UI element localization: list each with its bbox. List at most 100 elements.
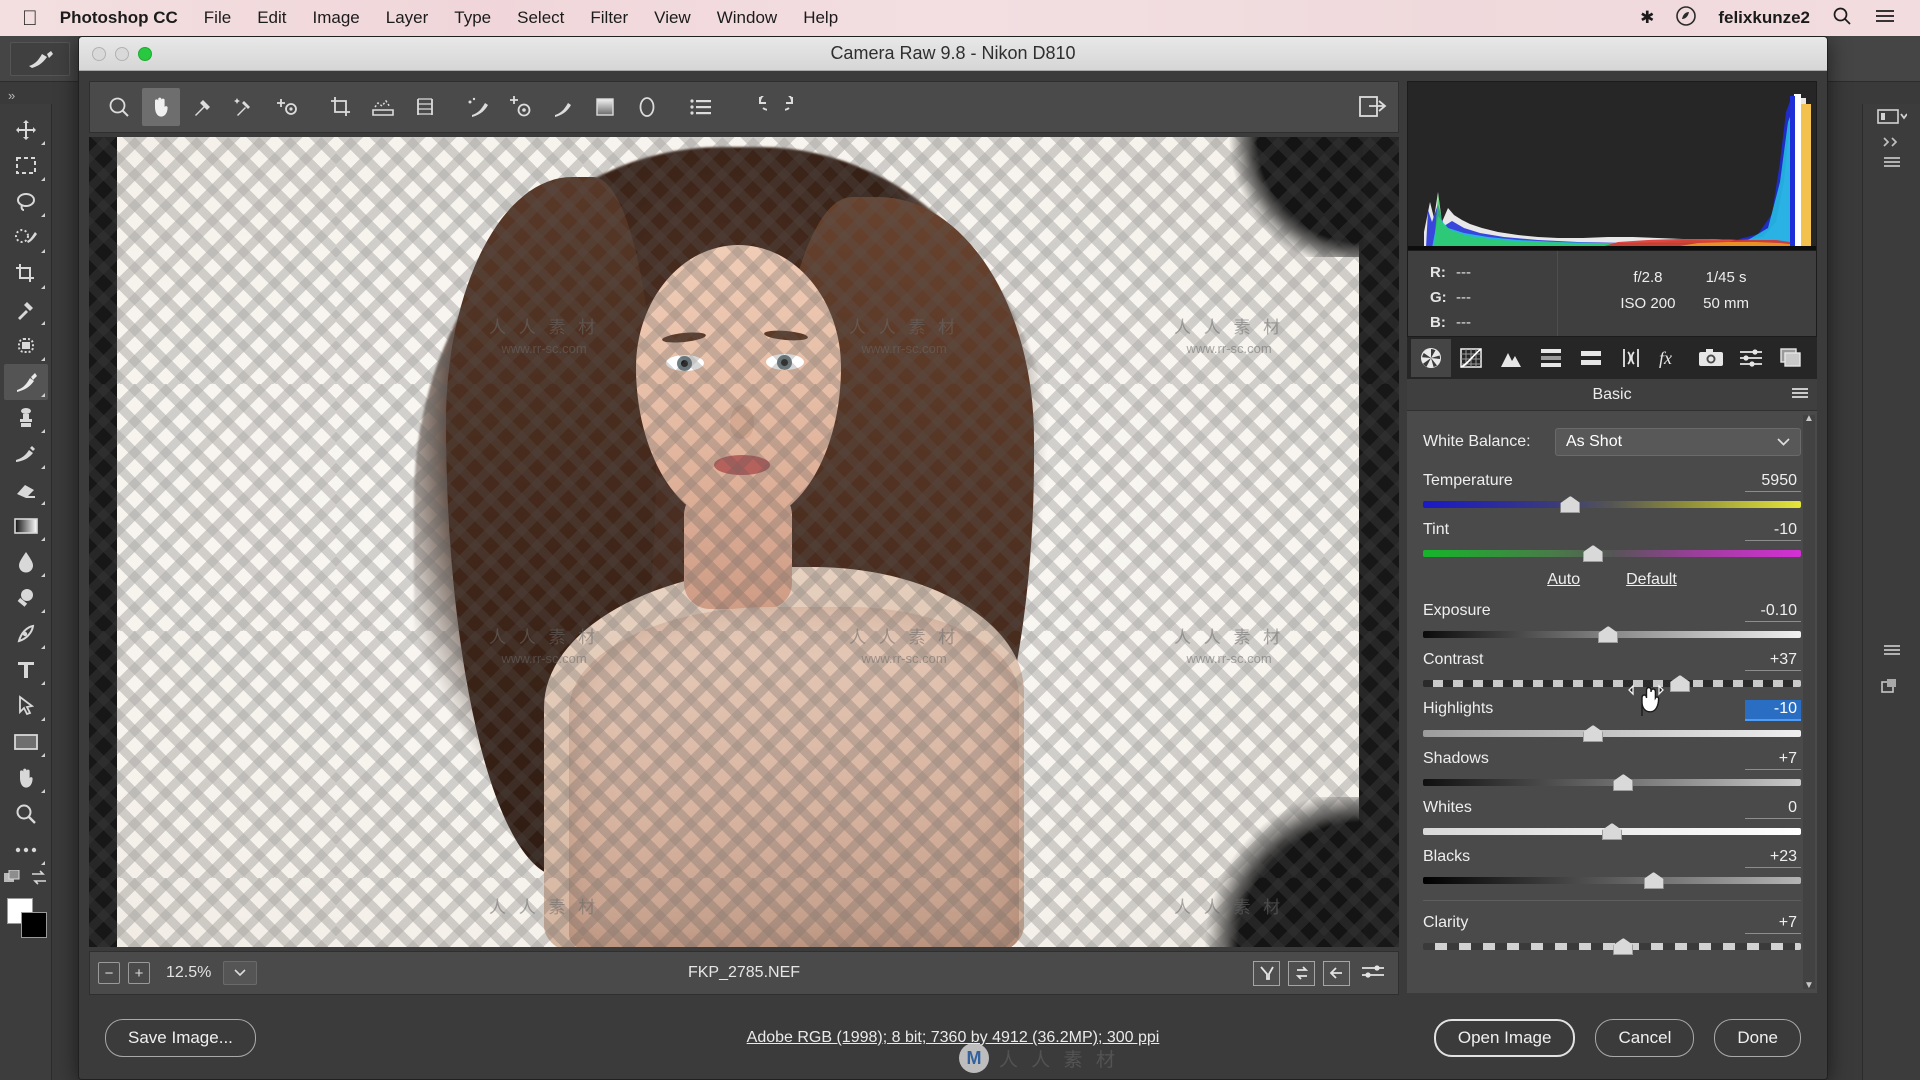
tab-presets[interactable] bbox=[1731, 339, 1771, 377]
slider-knob[interactable] bbox=[1613, 938, 1634, 955]
slider-track[interactable] bbox=[1423, 938, 1801, 955]
tab-tone-curve[interactable] bbox=[1451, 339, 1491, 377]
menu-item-file[interactable]: File bbox=[204, 8, 231, 28]
adjustments-icon[interactable] bbox=[1863, 678, 1920, 696]
quick-mask-icon[interactable] bbox=[4, 869, 21, 890]
brush-tool[interactable] bbox=[3, 364, 48, 400]
menu-item-filter[interactable]: Filter bbox=[590, 8, 628, 28]
panel-scrollbar[interactable] bbox=[1803, 415, 1815, 989]
clone-stamp-tool[interactable] bbox=[4, 400, 48, 436]
tab-effects-fx[interactable]: fx bbox=[1651, 339, 1691, 377]
rotate-counterclockwise-icon[interactable] bbox=[736, 88, 774, 126]
slider-whites[interactable]: Whites 0 bbox=[1423, 799, 1801, 840]
menu-item-type[interactable]: Type bbox=[454, 8, 491, 28]
slider-knob[interactable] bbox=[1602, 823, 1622, 840]
user-name-label[interactable]: felixkunze2 bbox=[1718, 8, 1810, 28]
notification-center-icon[interactable] bbox=[1874, 7, 1896, 30]
slider-contrast[interactable]: Contrast +37 bbox=[1423, 651, 1801, 692]
brush-preset-picker[interactable] bbox=[10, 42, 70, 76]
siri-icon[interactable]: ✱ bbox=[1640, 8, 1654, 28]
workflow-options-link[interactable]: Adobe RGB (1998); 8 bit; 7360 by 4912 (3… bbox=[79, 1029, 1827, 1047]
slider-track[interactable] bbox=[1423, 725, 1801, 742]
horizontal-type-tool[interactable] bbox=[4, 652, 48, 688]
slider-track[interactable] bbox=[1423, 823, 1801, 840]
eraser-tool[interactable] bbox=[4, 472, 48, 508]
panel-menu-icon[interactable] bbox=[1863, 644, 1920, 656]
slider-track[interactable] bbox=[1423, 774, 1801, 791]
slider-knob[interactable] bbox=[1583, 545, 1604, 562]
more-tools-icon[interactable] bbox=[4, 832, 48, 868]
rectangle-tool[interactable] bbox=[4, 724, 48, 760]
menu-item-image[interactable]: Image bbox=[313, 8, 360, 28]
slider-value[interactable]: -0.10 bbox=[1745, 602, 1801, 622]
slider-track[interactable] bbox=[1423, 626, 1801, 643]
slider-track[interactable] bbox=[1423, 545, 1801, 562]
pen-tool[interactable] bbox=[4, 616, 48, 652]
tab-detail[interactable] bbox=[1491, 339, 1531, 377]
rectangular-marquee-tool[interactable] bbox=[4, 148, 48, 184]
slider-value[interactable]: 0 bbox=[1745, 799, 1801, 819]
image-preview-canvas[interactable]: 人 人 素 材 www.rr-sc.com 人 人 素 材 www.rr-sc.co… bbox=[89, 137, 1399, 947]
slider-knob[interactable] bbox=[1643, 872, 1664, 889]
slider-exposure[interactable]: Exposure -0.10 bbox=[1423, 602, 1801, 643]
slider-temperature[interactable]: Temperature 5950 bbox=[1423, 472, 1801, 513]
blur-tool[interactable] bbox=[4, 544, 48, 580]
tab-snapshots[interactable] bbox=[1771, 339, 1811, 377]
graduated-filter-tool[interactable] bbox=[586, 88, 624, 126]
dodge-tool[interactable] bbox=[4, 580, 48, 616]
slider-track[interactable] bbox=[1423, 675, 1801, 692]
adjustment-brush-tool[interactable] bbox=[544, 88, 582, 126]
slider-value[interactable]: +23 bbox=[1745, 848, 1801, 868]
gradient-tool[interactable] bbox=[4, 508, 48, 544]
hand-tool[interactable] bbox=[4, 760, 48, 796]
scroll-up-chevron-icon[interactable]: ▲ bbox=[1803, 413, 1815, 424]
slider-blacks[interactable]: Blacks +23 bbox=[1423, 848, 1801, 889]
app-name-label[interactable]: Photoshop CC bbox=[60, 8, 178, 28]
slider-track[interactable] bbox=[1423, 496, 1801, 513]
menu-item-layer[interactable]: Layer bbox=[386, 8, 429, 28]
search-icon[interactable] bbox=[1832, 6, 1852, 31]
open-preferences-icon[interactable] bbox=[1358, 94, 1388, 120]
screen-mode-icon[interactable] bbox=[31, 870, 47, 890]
red-eye-removal-tool[interactable] bbox=[502, 88, 540, 126]
quick-selection-tool[interactable] bbox=[4, 220, 48, 256]
straighten-tool[interactable] bbox=[364, 88, 402, 126]
history-brush-tool[interactable] bbox=[4, 436, 48, 472]
zoom-tool[interactable] bbox=[100, 88, 138, 126]
tab-basic[interactable] bbox=[1411, 339, 1451, 377]
slider-value[interactable]: +7 bbox=[1745, 750, 1801, 770]
tab-camera-calibration[interactable] bbox=[1691, 339, 1731, 377]
white-balance-select[interactable]: As Shot bbox=[1555, 428, 1801, 456]
tab-hsl-grayscale[interactable] bbox=[1531, 339, 1571, 377]
background-color-swatch[interactable] bbox=[20, 912, 47, 938]
white-balance-eyedropper-tool[interactable] bbox=[184, 88, 222, 126]
scroll-down-chevron-icon[interactable]: ▼ bbox=[1803, 980, 1815, 991]
menu-item-window[interactable]: Window bbox=[717, 8, 777, 28]
slider-knob[interactable] bbox=[1598, 626, 1619, 643]
tab-split-toning[interactable] bbox=[1571, 339, 1611, 377]
menu-item-edit[interactable]: Edit bbox=[257, 8, 286, 28]
collapse-chevrons-icon[interactable] bbox=[1863, 136, 1920, 148]
targeted-adjustment-tool[interactable] bbox=[268, 88, 306, 126]
default-link[interactable]: Default bbox=[1626, 571, 1677, 589]
spot-removal-tool[interactable] bbox=[460, 88, 498, 126]
move-tool[interactable] bbox=[4, 112, 48, 148]
slider-track[interactable] bbox=[1423, 872, 1801, 889]
slider-value[interactable]: -10 bbox=[1745, 521, 1801, 541]
slider-shadows[interactable]: Shadows +7 bbox=[1423, 750, 1801, 791]
properties-icon[interactable] bbox=[1863, 108, 1920, 126]
slider-clarity[interactable]: Clarity +7 bbox=[1423, 914, 1801, 955]
crop-tool[interactable] bbox=[4, 256, 48, 292]
crop-tool[interactable] bbox=[322, 88, 360, 126]
hand-tool[interactable] bbox=[142, 88, 180, 126]
color-sampler-tool[interactable] bbox=[226, 88, 264, 126]
slider-tint[interactable]: Tint -10 bbox=[1423, 521, 1801, 562]
expand-panels-chevrons-icon[interactable]: » bbox=[8, 88, 16, 103]
panel-menu-icon[interactable] bbox=[1791, 387, 1809, 406]
menu-item-help[interactable]: Help bbox=[803, 8, 838, 28]
slider-knob[interactable] bbox=[1583, 725, 1604, 742]
apple-logo-icon[interactable]:  bbox=[22, 8, 38, 29]
menu-item-select[interactable]: Select bbox=[517, 8, 564, 28]
rotate-clockwise-icon[interactable] bbox=[778, 88, 816, 126]
slider-value[interactable]: +37 bbox=[1745, 651, 1801, 671]
